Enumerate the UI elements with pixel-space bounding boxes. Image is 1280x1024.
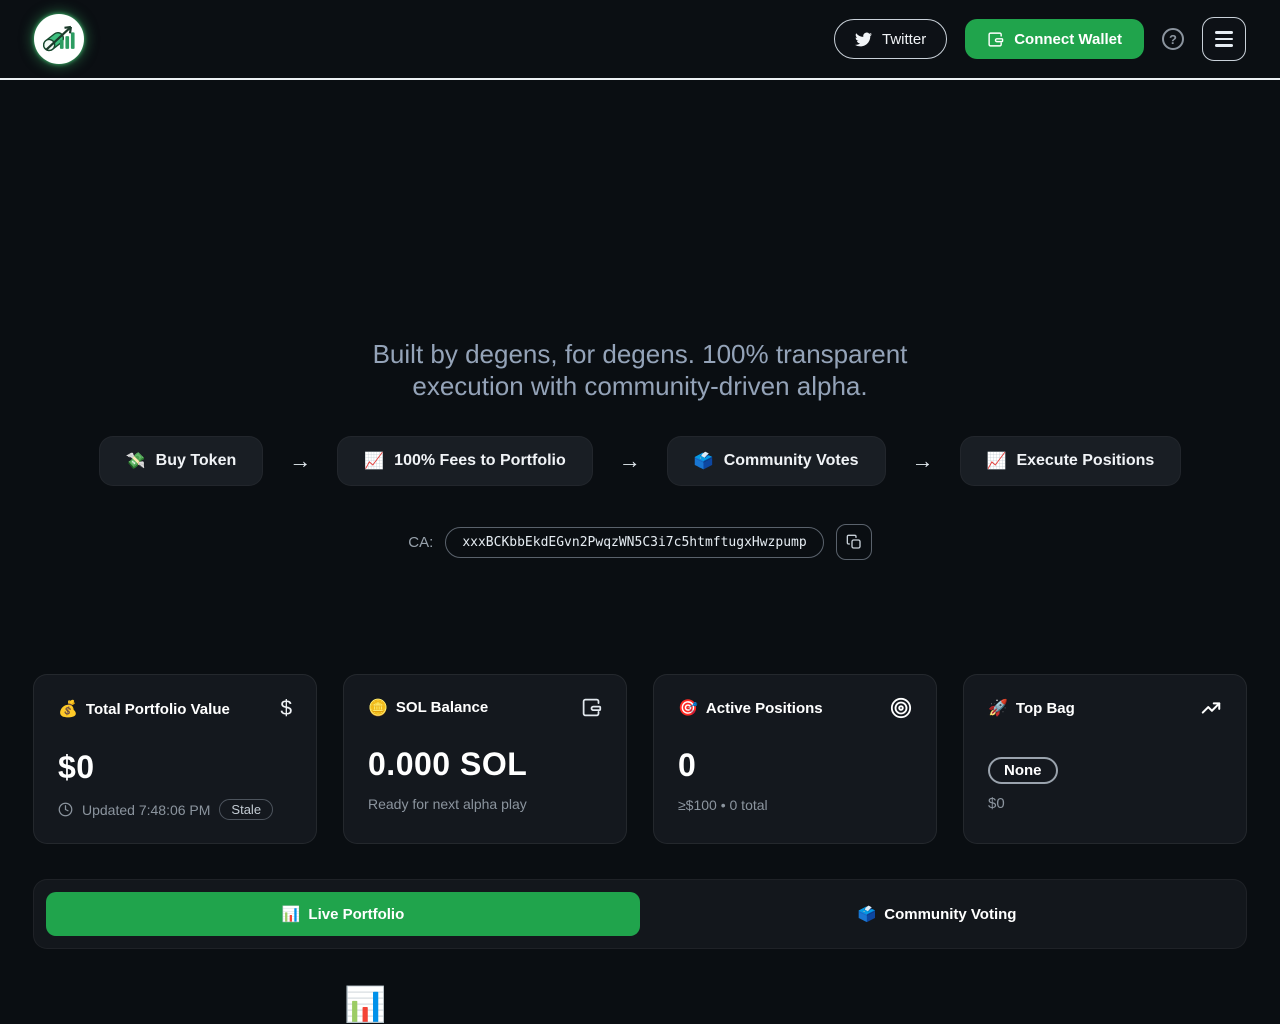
tab-community-voting[interactable]: 🗳️ Community Voting: [640, 892, 1234, 936]
tab-community-voting-label: Community Voting: [884, 905, 1017, 923]
flow-step-fees-to-portfolio[interactable]: 📈 100% Fees to Portfolio: [337, 436, 593, 486]
hero-tagline: Built by degens, for degens. 100% transp…: [33, 338, 1247, 402]
flow-arrow-icon: →: [911, 448, 934, 473]
copy-address-button[interactable]: [835, 524, 872, 560]
header-actions: Twitter Connect Wallet ?: [834, 17, 1246, 61]
menu-button[interactable]: [1202, 17, 1246, 61]
flow-step-buy-token[interactable]: 💸 Buy Token: [98, 436, 264, 486]
card-title-text: SOL Balance: [395, 699, 489, 716]
contract-address-value[interactable]: xxxBCKbbEkdEGvn2PwqzWN5C3i7c5htmftugxHwz…: [445, 526, 824, 558]
sol-balance-value: 0.000 SOL: [368, 746, 528, 782]
twitter-button-label: Twitter: [882, 30, 927, 48]
wallet-card-icon: [581, 697, 602, 718]
header: Twitter Connect Wallet ?: [0, 0, 1280, 80]
top-bag-badge: None: [988, 757, 1058, 784]
top-bag-value: $0: [988, 795, 1005, 812]
flow-arrow-icon: →: [289, 448, 312, 473]
view-tabbar: 📊 Live Portfolio 🗳️ Community Voting: [33, 879, 1247, 949]
stale-badge: Stale: [219, 799, 274, 820]
flow-step-label: Execute Positions: [1016, 452, 1155, 469]
flow-arrow-icon: →: [618, 448, 641, 473]
dollar-icon: $: [280, 697, 292, 720]
rocket-icon: 🚀: [988, 700, 1008, 717]
main-content: Built by degens, for degens. 100% transp…: [33, 338, 1247, 949]
ballot-box-icon: 🗳️: [857, 906, 877, 923]
contract-address-label: CA:: [408, 533, 434, 551]
help-glyph: ?: [1169, 31, 1177, 47]
hero-tagline-line1: Built by degens, for degens. 100% transp…: [372, 339, 908, 369]
wallet-icon: [987, 31, 1004, 48]
flow-step-label: 100% Fees to Portfolio: [394, 452, 566, 469]
card-top-bag: 🚀 Top Bag None $0: [963, 674, 1247, 844]
money-bag-icon: 💰: [58, 701, 78, 718]
ballot-box-icon: 🗳️: [693, 453, 714, 470]
twitter-button[interactable]: Twitter: [834, 19, 948, 59]
portfolio-updated-text: Updated 7:48:06 PM: [82, 801, 211, 818]
card-active-positions: 🎯 Active Positions 0 ≥$100 • 0 total: [653, 674, 937, 844]
card-total-portfolio-value: 💰 Total Portfolio Value $ $0 Updated 7:4…: [33, 674, 317, 844]
bar-chart-section-icon: 📊: [344, 986, 387, 1024]
trending-up-icon: [1200, 697, 1222, 719]
hero-tagline-line2: execution with community-driven alpha.: [412, 371, 868, 401]
bar-chart-icon: 📊: [281, 906, 301, 923]
app-logo[interactable]: [34, 14, 84, 64]
hamburger-icon: [1215, 31, 1233, 47]
connect-wallet-label: Connect Wallet: [1014, 30, 1122, 48]
flow-step-execute-positions[interactable]: 📈 Execute Positions: [959, 436, 1182, 486]
portfolio-value: $0: [58, 749, 95, 785]
copy-icon: [846, 534, 862, 550]
help-icon[interactable]: ?: [1162, 28, 1184, 50]
tab-live-portfolio[interactable]: 📊 Live Portfolio: [46, 892, 640, 936]
flow-row: 💸 Buy Token → 📈 100% Fees to Portfolio →…: [33, 436, 1247, 486]
coin-icon: 🪙: [368, 699, 388, 717]
active-positions-subtitle: ≥$100 • 0 total: [678, 797, 768, 813]
active-positions-value: 0: [678, 747, 697, 783]
card-title-text: Active Positions: [705, 699, 823, 717]
dart-target-icon: 🎯: [678, 700, 698, 717]
stats-grid: 💰 Total Portfolio Value $ $0 Updated 7:4…: [33, 674, 1247, 844]
app-page: Twitter Connect Wallet ? Built by degens…: [0, 0, 1280, 1024]
card-title-text: Total Portfolio Value: [85, 700, 230, 718]
contract-address-row: CA: xxxBCKbbEkdEGvn2PwqzWN5C3i7c5htmftug…: [33, 524, 1247, 560]
card-title-text: Top Bag: [1015, 699, 1075, 717]
chart-up-icon: 📈: [364, 453, 385, 470]
flow-step-label: Buy Token: [155, 452, 237, 469]
target-icon: [890, 697, 912, 719]
card-sol-balance: 🪙 SOL Balance 0.000 SOL Ready for next a…: [343, 674, 627, 844]
clock-icon: [58, 802, 73, 817]
tab-live-portfolio-label: Live Portfolio: [308, 905, 405, 923]
flow-step-label: Community Votes: [723, 452, 859, 469]
pill-chart-logo-icon: [37, 15, 81, 64]
sol-balance-subtitle: Ready for next alpha play: [368, 796, 527, 812]
chart-up-icon: 📈: [986, 453, 1007, 470]
connect-wallet-button[interactable]: Connect Wallet: [965, 19, 1144, 59]
money-with-wings-icon: 💸: [125, 453, 146, 470]
twitter-icon: [855, 31, 872, 48]
flow-step-community-votes[interactable]: 🗳️ Community Votes: [666, 436, 886, 486]
